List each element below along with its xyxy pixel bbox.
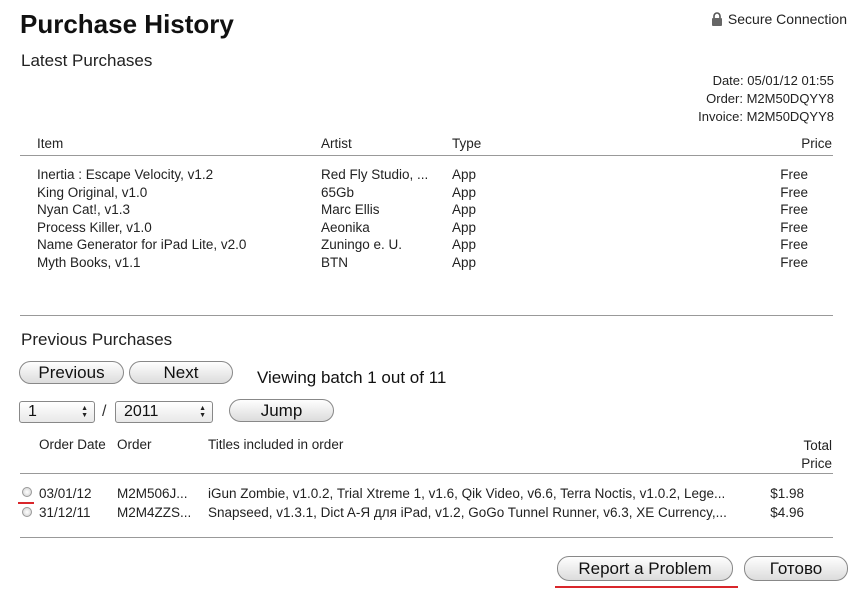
column-header-price: Price (801, 136, 832, 151)
page-title: Purchase History (20, 9, 234, 39)
row-price: Free (780, 185, 808, 200)
row-artist: Marc Ellis (321, 202, 380, 217)
row-artist: Aeonika (321, 220, 370, 235)
order-row[interactable]: 31/12/11 M2M4ZZS... Snapseed, v1.3.1, Di… (0, 505, 867, 523)
table-row: King Original, v1.0 65Gb App Free (0, 185, 867, 203)
radio-icon[interactable] (22, 487, 32, 497)
column-header-total-price: Total Price (760, 437, 832, 473)
report-highlight-underline (555, 586, 738, 588)
column-header-order: Order (117, 437, 152, 452)
secure-connection: Secure Connection (711, 11, 847, 27)
order-date: 03/01/12 (39, 486, 92, 501)
order-date: 31/12/11 (39, 505, 91, 520)
month-select[interactable]: 1 ▲ ▼ (19, 401, 95, 423)
row-item: Inertia : Escape Velocity, v1.2 (37, 167, 214, 182)
row-artist: BTN (321, 255, 348, 270)
report-problem-button[interactable]: Report a Problem (557, 556, 733, 581)
latest-order: Order: M2M50DQYY8 (706, 91, 834, 106)
order-row[interactable]: 03/01/12 M2M506J... iGun Zombie, v1.0.2,… (0, 486, 867, 504)
row-artist: Zuningo e. U. (321, 237, 403, 252)
year-select[interactable]: 2011 ▲ ▼ (115, 401, 213, 423)
column-header-price-2: Price (801, 456, 832, 471)
select-arrows-icon: ▲ ▼ (199, 405, 206, 419)
row-item: King Original, v1.0 (37, 185, 148, 200)
jump-button[interactable]: Jump (229, 399, 334, 422)
table-row: Myth Books, v1.1 BTN App Free (0, 255, 867, 273)
row-price: Free (780, 167, 808, 182)
row-item: Nyan Cat!, v1.3 (37, 202, 131, 217)
previous-purchases-heading: Previous Purchases (21, 330, 173, 349)
row-price: Free (780, 220, 808, 235)
column-header-artist: Artist (321, 136, 352, 151)
row-price: Free (780, 255, 808, 270)
month-select-value: 1 (28, 403, 37, 420)
done-button[interactable]: Готово (744, 556, 848, 581)
select-arrows-icon: ▲ ▼ (81, 405, 88, 419)
radio-icon[interactable] (22, 507, 32, 517)
latest-invoice: Invoice: M2M50DQYY8 (698, 109, 834, 124)
order-total: $4.96 (770, 505, 804, 520)
row-type: App (452, 237, 477, 252)
table-row: Process Killer, v1.0 Aeonika App Free (0, 220, 867, 238)
order-titles: Snapseed, v1.3.1, Dict A-Я для iPad, v1.… (208, 505, 727, 520)
column-header-order-date: Order Date (39, 437, 106, 452)
table-row: Nyan Cat!, v1.3 Marc Ellis App Free (0, 202, 867, 220)
column-header-type: Type (452, 136, 482, 151)
row-artist: Red Fly Studio, ... (321, 167, 429, 182)
row-type: App (452, 185, 477, 200)
column-header-titles: Titles included in order (208, 437, 344, 452)
table-row: Name Generator for iPad Lite, v2.0 Zunin… (0, 237, 867, 255)
previous-header-divider (20, 473, 833, 474)
date-separator: / (102, 403, 107, 420)
row-item: Myth Books, v1.1 (37, 255, 141, 270)
table-row: Inertia : Escape Velocity, v1.2 Red Fly … (0, 167, 867, 185)
section-divider (20, 315, 833, 316)
row-type: App (452, 220, 477, 235)
row-item: Process Killer, v1.0 (37, 220, 152, 235)
order-number: M2M4ZZS... (117, 505, 192, 520)
latest-purchases-heading: Latest Purchases (21, 51, 153, 70)
previous-button[interactable]: Previous (19, 361, 124, 384)
row-type: App (452, 202, 477, 217)
batch-status: Viewing batch 1 out of 11 (257, 368, 447, 387)
order-number: M2M506J... (117, 486, 188, 501)
row-artist: 65Gb (321, 185, 355, 200)
column-header-total: Total (803, 438, 832, 453)
latest-header-divider (20, 155, 833, 156)
row-price: Free (780, 237, 808, 252)
latest-date: Date: 05/01/12 01:55 (712, 73, 834, 88)
year-select-value: 2011 (124, 403, 159, 420)
secure-connection-label: Secure Connection (727, 11, 847, 27)
row-item: Name Generator for iPad Lite, v2.0 (37, 237, 247, 252)
row-type: App (452, 167, 477, 182)
order-total: $1.98 (770, 486, 804, 501)
radio-highlight-mark (18, 502, 34, 504)
lock-icon (711, 12, 722, 26)
latest-meta: Date: 05/01/12 01:55 Order: M2M50DQYY8 I… (698, 72, 834, 126)
order-titles: iGun Zombie, v1.0.2, Trial Xtreme 1, v1.… (208, 486, 726, 501)
next-button[interactable]: Next (129, 361, 233, 384)
column-header-item: Item (37, 136, 64, 151)
footer-divider (20, 537, 833, 538)
row-type: App (452, 255, 477, 270)
row-price: Free (780, 202, 808, 217)
